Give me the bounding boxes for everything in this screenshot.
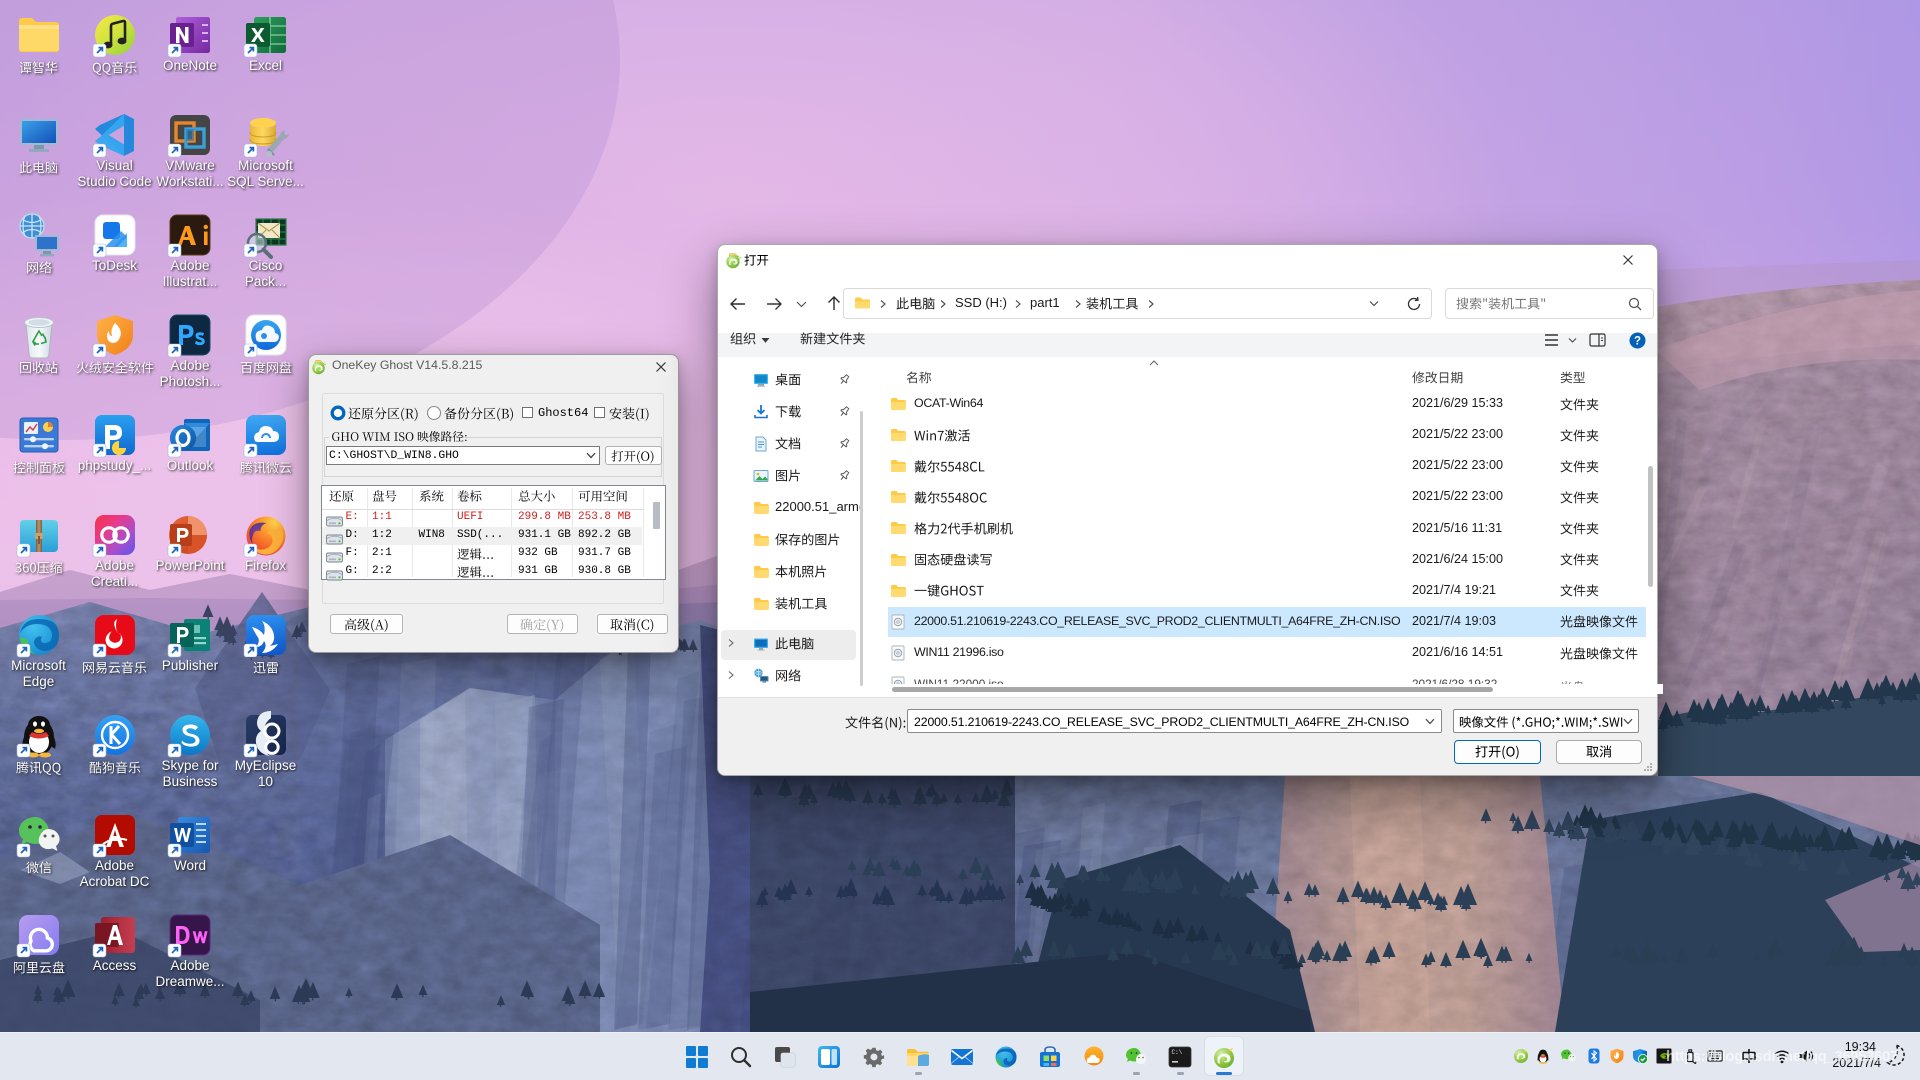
svg-text:?: ?: [1634, 336, 1641, 348]
svg-text:C:\: C:\: [1172, 1049, 1183, 1056]
